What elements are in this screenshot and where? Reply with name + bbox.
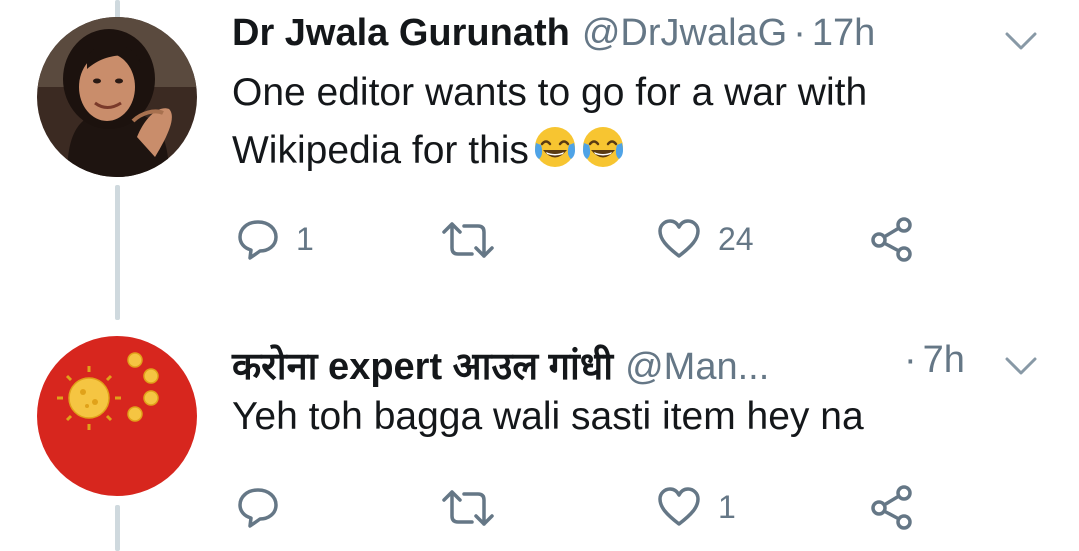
face-with-tears-of-joy-icon: [534, 127, 575, 167]
timestamp[interactable]: 7h: [923, 339, 965, 382]
display-name[interactable]: Dr Jwala Gurunath: [232, 12, 570, 55]
chevron-down-icon[interactable]: [1004, 355, 1038, 377]
share-button[interactable]: [868, 216, 916, 262]
like-icon: [658, 219, 700, 258]
tweet-header: Dr Jwala Gurunath @DrJwalaG · 17h: [232, 12, 875, 55]
reply-count: 1: [296, 220, 314, 257]
separator-dot: ·: [793, 12, 806, 54]
username[interactable]: @DrJwalaG: [582, 12, 787, 55]
like-icon: [658, 487, 700, 526]
reply-icon: [238, 488, 278, 528]
avatar[interactable]: [37, 17, 197, 177]
separator-dot: ·: [904, 339, 917, 381]
like-count: 1: [718, 488, 736, 525]
tweet-text-line: One editor wants to go for a war with: [232, 71, 868, 114]
thread-line: [115, 505, 120, 551]
like-button[interactable]: 24: [656, 218, 754, 260]
chevron-down-icon[interactable]: [1004, 30, 1038, 52]
reply-button[interactable]: [236, 486, 296, 528]
retweet-icon: [442, 222, 494, 258]
timestamp[interactable]: 17h: [812, 12, 875, 55]
face-with-tears-of-joy-icon: [582, 127, 623, 167]
retweet-icon: [442, 490, 494, 526]
tweet-text: One editor wants to go for a war with Wi…: [232, 64, 867, 180]
username[interactable]: @Man...: [625, 346, 769, 389]
display-name[interactable]: करोना expert आउल गांधी: [232, 339, 613, 391]
tweet-text-line: Yeh toh bagga wali sasti item hey na: [232, 395, 864, 438]
retweet-button[interactable]: [440, 220, 496, 260]
reply-button[interactable]: 1: [236, 218, 314, 260]
share-icon: [871, 217, 912, 262]
retweet-button[interactable]: [440, 488, 496, 528]
like-count: 24: [718, 220, 754, 257]
share-icon: [871, 485, 912, 530]
reply-icon: [238, 220, 278, 260]
tweet-meta: · 7h: [898, 339, 965, 382]
avatar[interactable]: [37, 336, 197, 496]
like-button[interactable]: 1: [656, 486, 736, 528]
tweet-text: Yeh toh bagga wali sasti item hey na: [232, 388, 864, 446]
tweet-text-line: Wikipedia for this: [232, 122, 867, 180]
thread-line: [115, 185, 120, 320]
share-button[interactable]: [868, 484, 916, 530]
tweet-header: करोना expert आउल गांधी @Man...: [232, 339, 769, 391]
